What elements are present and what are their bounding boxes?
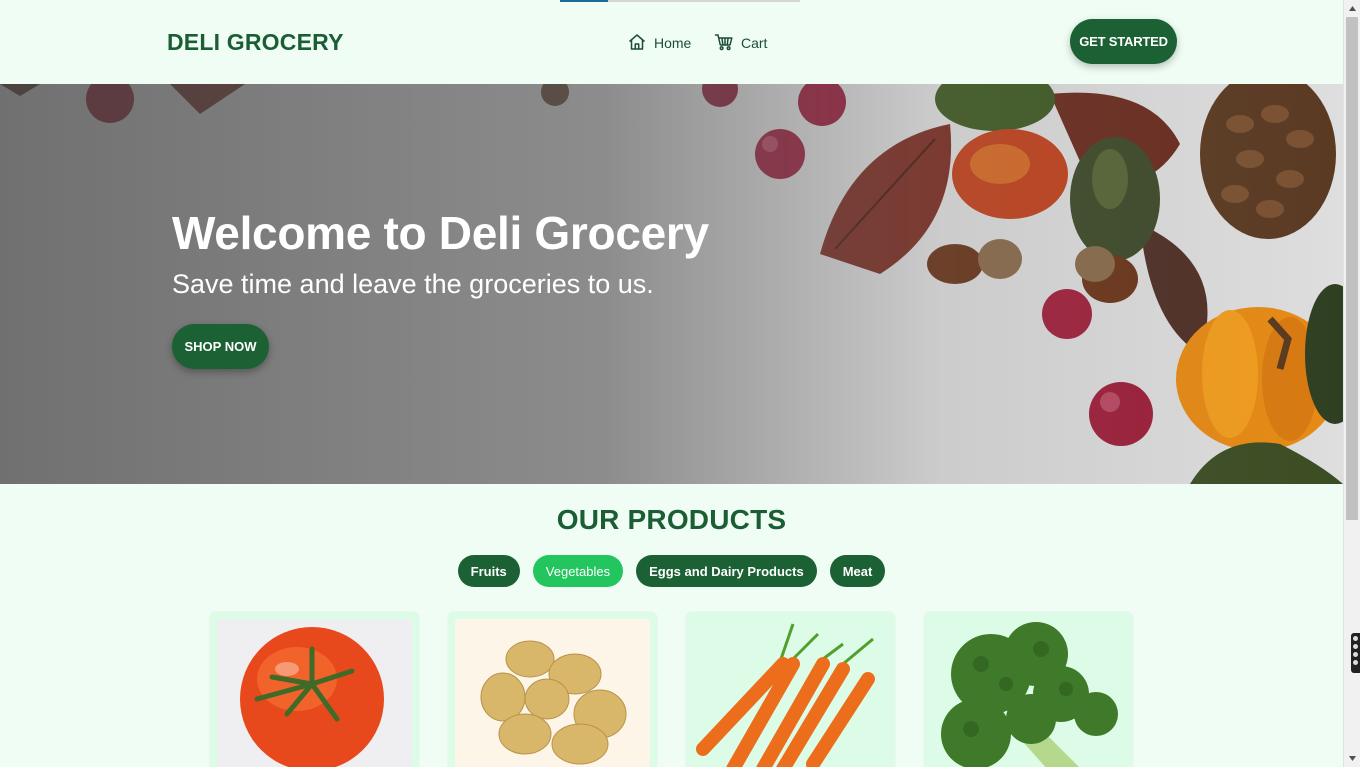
filter-vegetables[interactable]: Vegetables: [532, 555, 624, 587]
product-grid: [210, 612, 1134, 767]
nav-link-home-label: Home: [654, 35, 692, 51]
hero-banner: Welcome to Deli Grocery Save time and le…: [0, 84, 1343, 484]
filter-meat[interactable]: Meat: [829, 555, 886, 587]
filter-eggs-and-dairy[interactable]: Eggs and Dairy Products: [636, 555, 817, 587]
page-load-progress-fill: [560, 0, 608, 2]
hero-title: Welcome to Deli Grocery: [172, 207, 709, 259]
potatoes-image: [455, 619, 650, 767]
widget-dot-icon: [1353, 660, 1358, 665]
nav-link-cart-label: Cart: [741, 35, 768, 51]
page: DELI GROCERY Home Cart GET STARTED Welco…: [0, 0, 1343, 767]
products-heading: OUR PRODUCTS: [556, 504, 787, 535]
home-icon: [627, 32, 647, 55]
page-load-progress-bar: [560, 0, 800, 2]
widget-dot-icon: [1353, 652, 1358, 657]
tomato-image: [217, 619, 412, 767]
broccoli-image: [931, 619, 1126, 767]
navbar: DELI GROCERY Home Cart GET STARTED: [0, 0, 1343, 84]
product-card[interactable]: [210, 612, 419, 767]
carrots-image: [693, 619, 888, 767]
widget-dot-icon: [1353, 644, 1358, 649]
scroll-down-arrow-icon[interactable]: [1344, 750, 1360, 767]
nav-link-home[interactable]: Home: [627, 32, 691, 54]
floating-side-widget[interactable]: [1351, 633, 1360, 673]
brand-logo[interactable]: DELI GROCERY: [167, 29, 344, 56]
widget-dot-icon: [1353, 636, 1358, 641]
cart-icon: [714, 32, 734, 55]
filter-fruits[interactable]: Fruits: [457, 555, 520, 587]
product-card[interactable]: [924, 612, 1133, 767]
category-filter-bar: Fruits Vegetables Eggs and Dairy Product…: [0, 555, 1343, 587]
nav-link-cart[interactable]: Cart: [714, 32, 767, 54]
scrollbar-thumb[interactable]: [1346, 17, 1358, 520]
product-card[interactable]: [448, 612, 657, 767]
shop-now-button[interactable]: SHOP NOW: [172, 324, 269, 369]
scroll-up-arrow-icon[interactable]: [1344, 0, 1360, 17]
hero-subtitle: Save time and leave the groceries to us.: [172, 269, 654, 299]
get-started-button[interactable]: GET STARTED: [1070, 19, 1177, 64]
product-card[interactable]: [686, 612, 895, 767]
